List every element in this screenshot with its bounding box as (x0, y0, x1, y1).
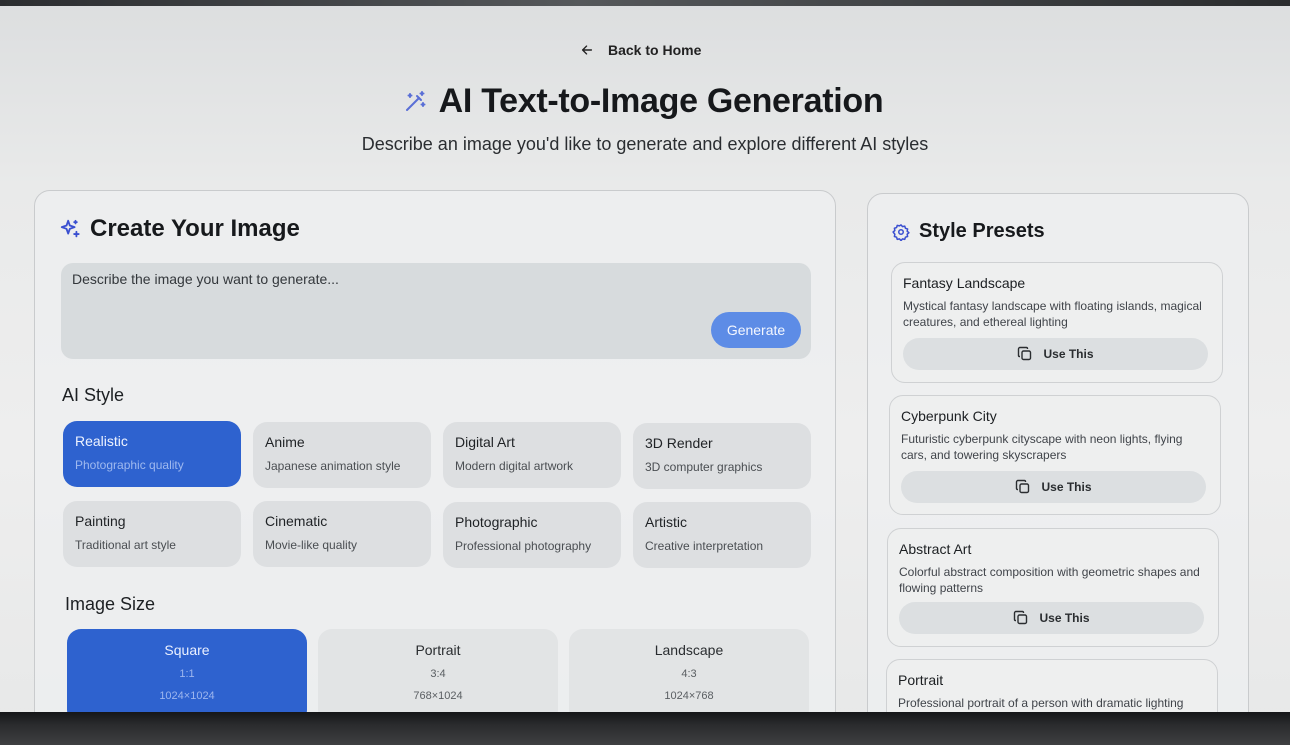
use-this-label: Use This (1043, 347, 1094, 361)
create-heading: Create Your Image (59, 215, 300, 243)
page-subtitle: Describe an image you'd like to generate… (361, 134, 929, 154)
arrow-left-icon (581, 45, 593, 55)
style-card-cinematic[interactable]: Cinematic Movie-like quality (253, 501, 431, 567)
create-image-panel: Create Your Image Generate AI Style Real… (34, 190, 836, 745)
preset-card-cyberpunk-city: Cyberpunk City Futuristic cyberpunk city… (889, 395, 1221, 515)
copy-icon (1018, 346, 1032, 361)
style-name: Digital Art (455, 434, 515, 450)
image-size-label: Image Size (65, 594, 156, 614)
use-this-button[interactable]: Use This (903, 338, 1208, 370)
create-heading-label: Create Your Image (90, 215, 300, 242)
size-name: Landscape (654, 642, 724, 658)
magic-wand-icon (405, 90, 426, 111)
preset-desc: Professional portrait of a person with d… (898, 696, 1184, 710)
page-title-row: AI Text-to-Image Generation (0, 82, 1290, 121)
use-this-button[interactable]: Use This (901, 471, 1206, 503)
prompt-input[interactable] (72, 271, 632, 311)
use-this-button[interactable]: Use This (899, 602, 1204, 634)
preset-name: Cyberpunk City (901, 408, 997, 424)
preset-desc: Colorful abstract composition with geome… (899, 565, 1200, 595)
style-card-realistic[interactable]: Realistic Photographic quality (63, 421, 241, 487)
copy-icon (1014, 610, 1028, 625)
size-name: Square (164, 642, 210, 658)
gear-icon (892, 223, 910, 241)
style-desc: Modern digital artwork (455, 459, 574, 473)
size-dims: 768×1024 (413, 690, 463, 702)
size-ratio: 4:3 (681, 668, 697, 680)
preset-card-fantasy-landscape: Fantasy Landscape Mystical fantasy lands… (891, 262, 1223, 383)
ai-style-label: AI Style (62, 385, 125, 405)
style-desc: Photographic quality (75, 458, 184, 472)
style-desc: 3D computer graphics (645, 460, 763, 474)
sparkles-icon (60, 219, 80, 238)
size-dims: 1024×1024 (159, 690, 215, 702)
style-name: 3D Render (645, 435, 713, 451)
presets-heading: Style Presets (892, 220, 1045, 243)
style-name: Cinematic (265, 513, 328, 529)
preset-name: Portrait (898, 672, 944, 688)
back-to-home-link[interactable]: Back to Home (580, 40, 701, 60)
size-name: Portrait (415, 642, 461, 658)
page-title: AI Text-to-Image Generation (438, 82, 884, 120)
use-this-label: Use This (1041, 480, 1092, 494)
preset-name: Fantasy Landscape (903, 275, 1026, 291)
style-name: Realistic (75, 433, 128, 449)
style-card-painting[interactable]: Painting Traditional art style (63, 501, 241, 567)
size-ratio: 3:4 (430, 668, 446, 680)
screen-top-edge (0, 0, 1290, 6)
size-card-square[interactable]: Square 1:1 1024×1024 (67, 629, 307, 724)
prompt-box: Generate (61, 263, 811, 359)
preset-desc: Futuristic cyberpunk cityscape with neon… (901, 432, 1183, 462)
style-desc: Traditional art style (75, 538, 176, 552)
style-name: Artistic (645, 514, 687, 530)
preset-desc: Mystical fantasy landscape with floating… (903, 299, 1202, 329)
back-link-label: Back to Home (608, 42, 702, 58)
presets-heading-label: Style Presets (919, 220, 1045, 242)
preset-card-abstract-art: Abstract Art Colorful abstract compositi… (887, 528, 1219, 647)
size-ratio: 1:1 (179, 668, 195, 680)
use-this-label: Use This (1039, 611, 1090, 625)
style-card-photographic[interactable]: Photographic Professional photography (443, 502, 621, 568)
style-card-artistic[interactable]: Artistic Creative interpretation (633, 502, 811, 568)
style-card-3d-render[interactable]: 3D Render 3D computer graphics (633, 423, 811, 489)
style-name: Painting (75, 513, 126, 529)
style-desc: Creative interpretation (645, 539, 764, 553)
generate-button[interactable]: Generate (711, 312, 801, 348)
style-card-anime[interactable]: Anime Japanese animation style (253, 422, 431, 488)
size-card-landscape[interactable]: Landscape 4:3 1024×768 (569, 629, 809, 724)
style-name: Photographic (455, 514, 538, 530)
style-desc: Japanese animation style (265, 459, 401, 473)
screen-bottom-bezel (0, 712, 1290, 745)
style-name: Anime (265, 434, 305, 450)
style-desc: Movie-like quality (265, 538, 358, 552)
preset-name: Abstract Art (899, 541, 972, 557)
size-card-portrait[interactable]: Portrait 3:4 768×1024 (318, 629, 558, 724)
style-presets-panel: Style Presets Fantasy Landscape Mystical… (867, 193, 1249, 745)
size-dims: 1024×768 (664, 690, 714, 702)
style-card-digital-art[interactable]: Digital Art Modern digital artwork (443, 422, 621, 488)
copy-icon (1016, 479, 1030, 494)
style-desc: Professional photography (455, 539, 592, 553)
